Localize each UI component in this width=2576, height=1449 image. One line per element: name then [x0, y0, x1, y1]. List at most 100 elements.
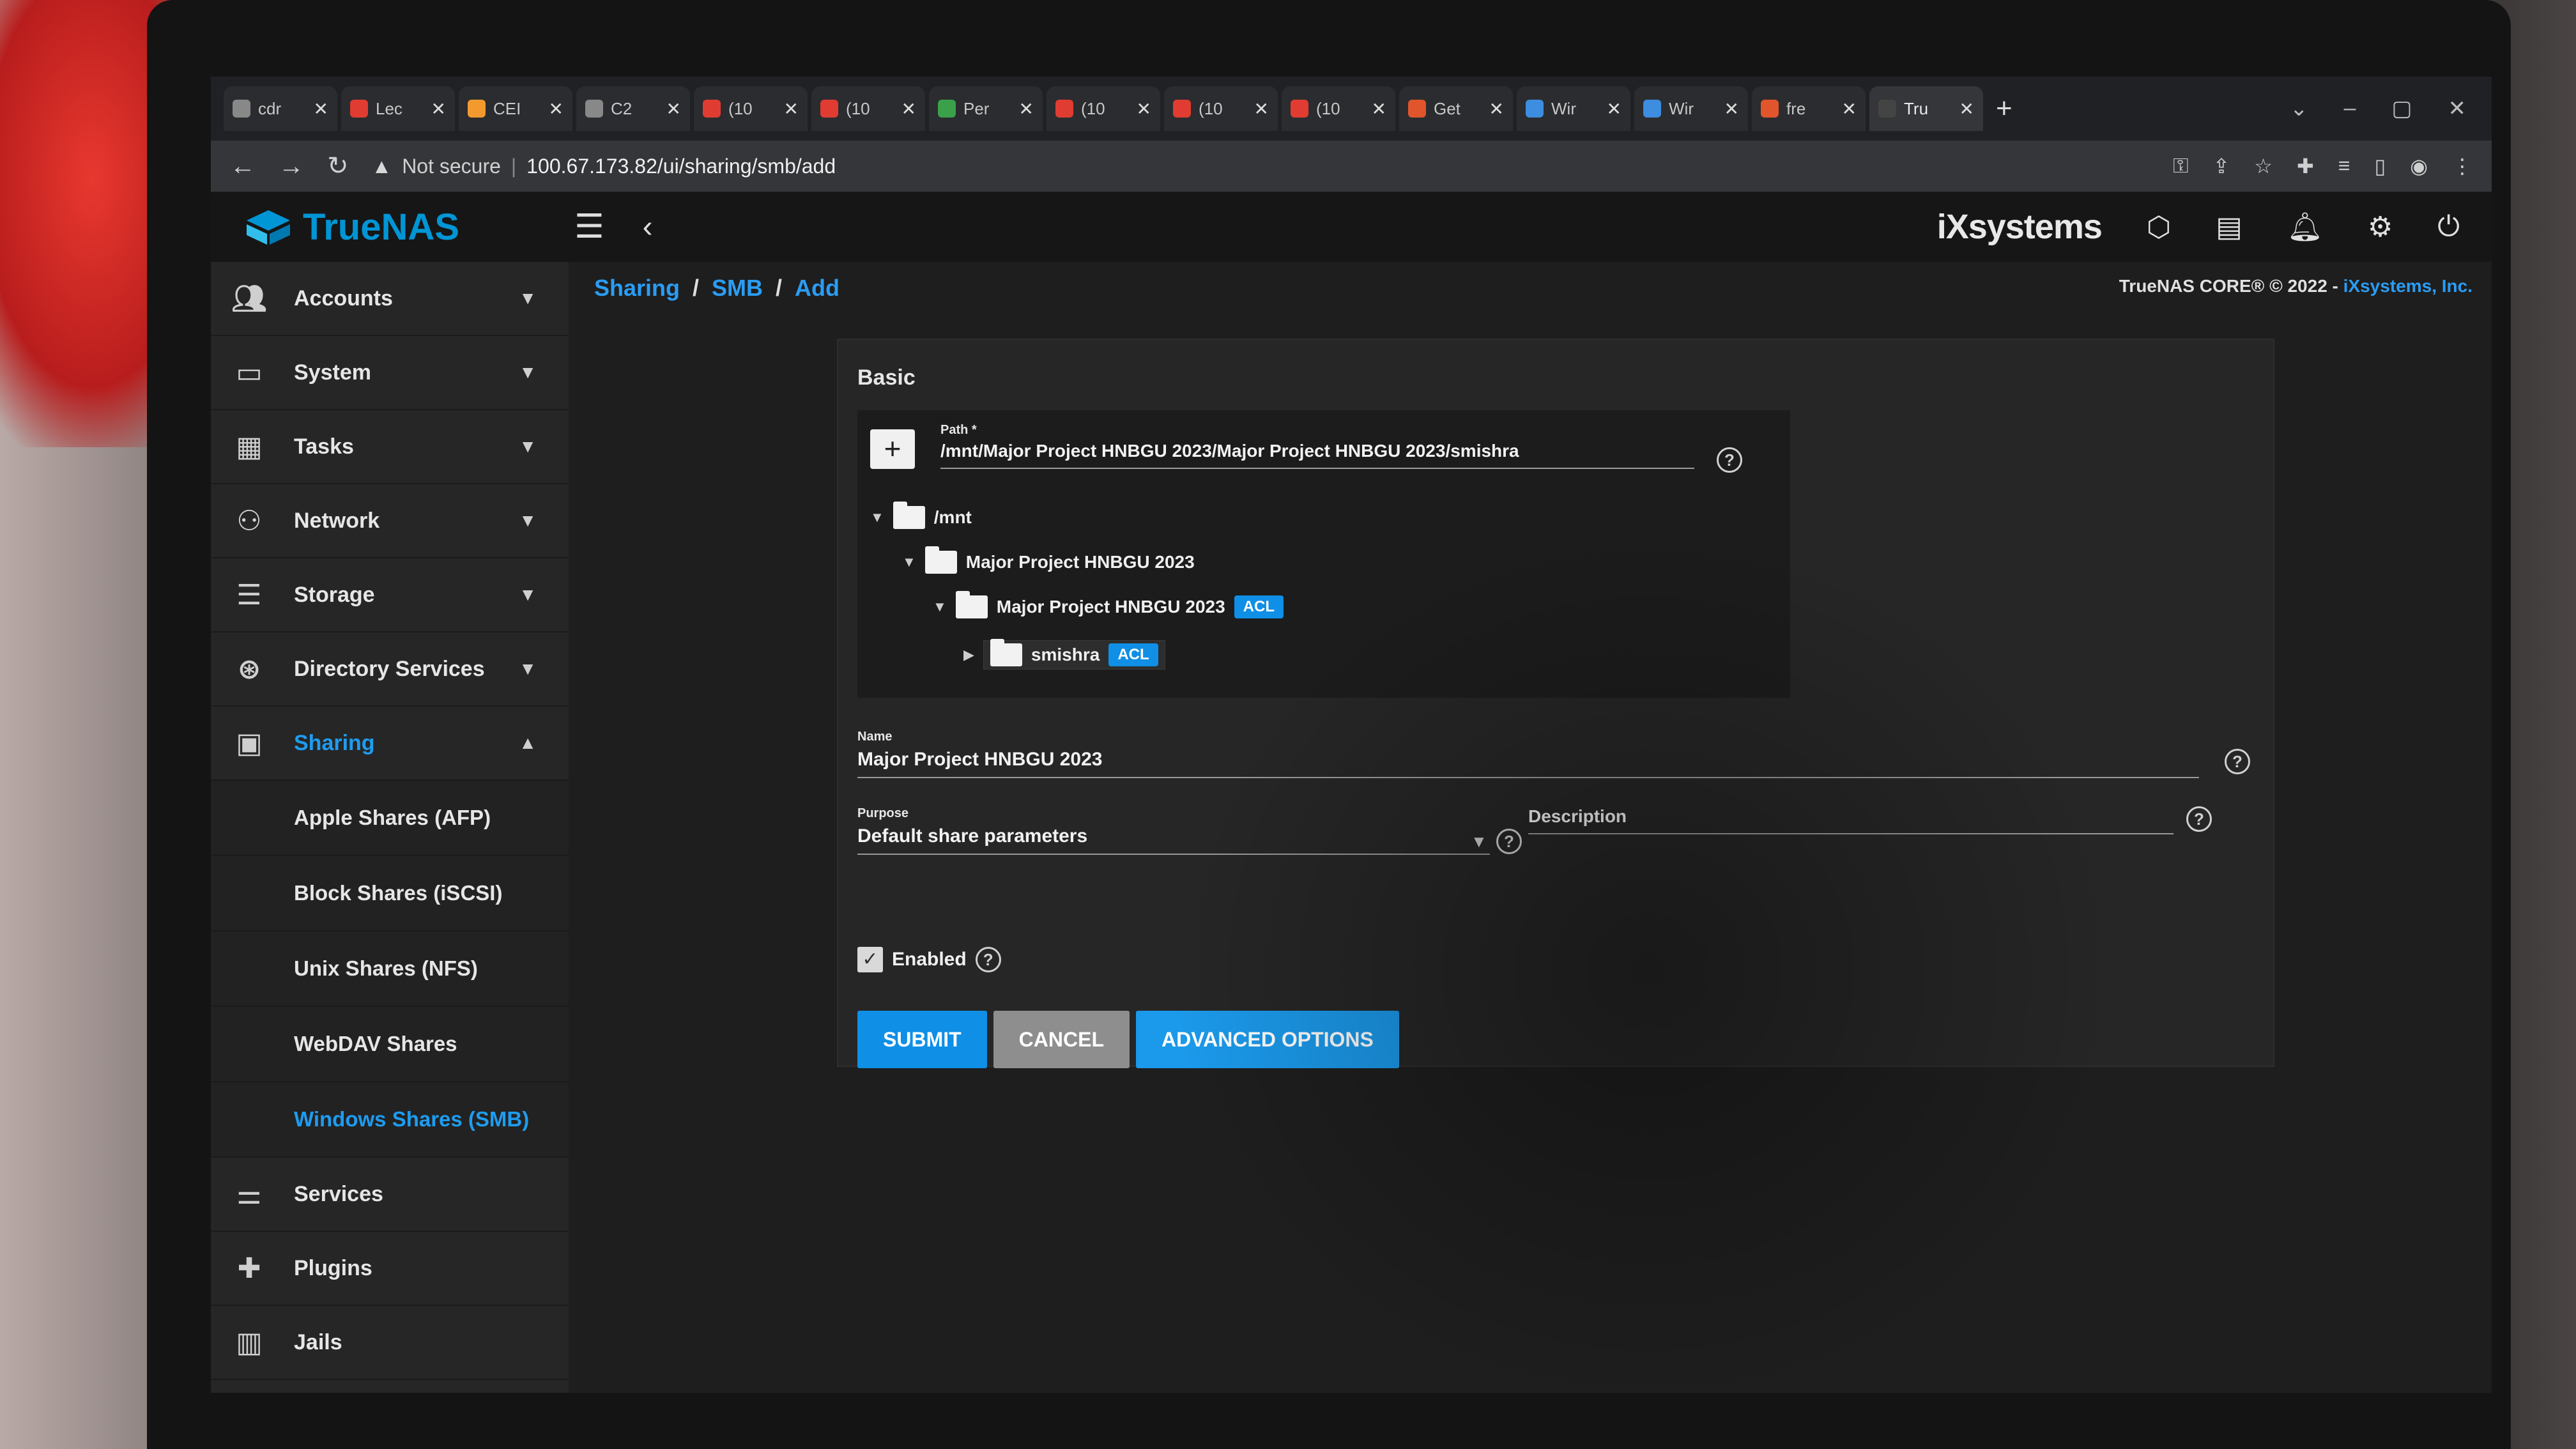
cancel-button[interactable]: CANCEL	[993, 1011, 1130, 1068]
help-icon[interactable]: ?	[1496, 829, 1522, 854]
puzzle-icon[interactable]: ✚	[2297, 154, 2314, 178]
url-text[interactable]: 100.67.173.82/ui/sharing/smb/add	[526, 155, 836, 178]
sidebar-item-services[interactable]: ⚌ Services	[211, 1158, 569, 1232]
browser-tab[interactable]: cdr ✕	[224, 86, 337, 131]
sidebar-item-jails[interactable]: ▥ Jails	[211, 1306, 569, 1380]
help-icon[interactable]: ?	[2225, 749, 2250, 774]
truecommand-icon[interactable]: ⬡	[2147, 211, 2171, 243]
browser-tab[interactable]: (10 ✕	[1164, 86, 1278, 131]
chevron-down-icon[interactable]: ▼	[1471, 832, 1487, 852]
profile-avatar-icon[interactable]: ◉	[2410, 154, 2428, 178]
browser-tab[interactable]: (10 ✕	[1282, 86, 1395, 131]
sidebar-item-storage[interactable]: ☰ Storage ▼	[211, 558, 569, 632]
browser-tab[interactable]: (10 ✕	[1046, 86, 1160, 131]
reading-list-icon[interactable]: ≡	[2338, 154, 2350, 178]
close-tab-icon[interactable]: ✕	[431, 98, 446, 119]
collapse-sidebar-icon[interactable]: ‹	[643, 210, 653, 245]
share-icon[interactable]: ⇪	[2212, 154, 2230, 178]
close-tab-icon[interactable]: ✕	[1489, 98, 1504, 119]
forward-icon[interactable]: →	[279, 152, 304, 181]
close-tab-icon[interactable]: ✕	[1254, 98, 1269, 119]
close-tab-icon[interactable]: ✕	[666, 98, 681, 119]
help-icon[interactable]: ?	[2186, 806, 2212, 832]
task-manager-icon[interactable]: ▤	[2216, 211, 2242, 243]
browser-tab[interactable]: CEI ✕	[459, 86, 572, 131]
sidebar-sub-iscsi[interactable]: Block Shares (iSCSI)	[211, 856, 569, 931]
path-input[interactable]: /mnt/Major Project HNBGU 2023/Major Proj…	[940, 441, 1694, 469]
new-tab-icon[interactable]: +	[1996, 93, 2012, 125]
sidebar-item-tasks[interactable]: ▦ Tasks ▼	[211, 410, 569, 484]
tree-node-mnt[interactable]: ▼ /mnt	[870, 502, 972, 529]
back-icon[interactable]: ←	[230, 152, 256, 181]
advanced-options-button[interactable]: ADVANCED OPTIONS	[1135, 1011, 1399, 1068]
sidebar-item-directory-services[interactable]: ⊛ Directory Services ▼	[211, 632, 569, 707]
hamburger-menu-icon[interactable]: ☰	[574, 208, 604, 246]
close-tab-icon[interactable]: ✕	[1842, 98, 1857, 119]
enabled-checkbox[interactable]: ✓ Enabled ?	[857, 947, 1001, 972]
tree-node-smishra[interactable]: ▶ smishra ACL	[963, 639, 1165, 670]
browser-tab[interactable]: Lec ✕	[341, 86, 455, 131]
sidebar-item-system[interactable]: ▭ System ▼	[211, 336, 569, 410]
expand-triangle-icon[interactable]: ▼	[933, 599, 947, 615]
browser-tab[interactable]: (10 ✕	[811, 86, 925, 131]
expand-triangle-icon[interactable]: ▼	[870, 509, 884, 526]
sidebar-item-plugins[interactable]: ✚ Plugins	[211, 1232, 569, 1306]
checkmark-icon[interactable]: ✓	[857, 947, 883, 972]
reload-icon[interactable]: ↻	[327, 151, 349, 181]
sidebar-item-sharing[interactable]: ▣ Sharing ▲	[211, 707, 569, 781]
purpose-select[interactable]: Default share parameters	[857, 825, 1490, 855]
side-panel-icon[interactable]: ▯	[2374, 154, 2386, 178]
expand-triangle-icon[interactable]: ▼	[902, 554, 916, 571]
kebab-menu-icon[interactable]: ⋮	[2452, 154, 2472, 178]
close-window-icon[interactable]: ✕	[2448, 96, 2467, 121]
maximize-icon[interactable]: ▢	[2391, 96, 2412, 121]
browser-tab[interactable]: fre ✕	[1752, 86, 1866, 131]
sidebar-sub-afp[interactable]: Apple Shares (AFP)	[211, 781, 569, 856]
close-tab-icon[interactable]: ✕	[1372, 98, 1386, 119]
submit-button[interactable]: SUBMIT	[857, 1011, 987, 1068]
sidebar-item-network[interactable]: ⚇ Network ▼	[211, 484, 569, 558]
add-path-button[interactable]: +	[870, 429, 915, 469]
tab-search-icon[interactable]: ⌄	[2290, 96, 2308, 121]
close-tab-icon[interactable]: ✕	[1607, 98, 1621, 119]
close-tab-icon[interactable]: ✕	[784, 98, 799, 119]
truenas-logo[interactable]: TrueNAS	[243, 206, 459, 249]
sidebar-sub-webdav[interactable]: WebDAV Shares	[211, 1007, 569, 1082]
browser-tab-active[interactable]: Tru ✕	[1869, 86, 1983, 131]
notifications-bell-icon[interactable]: 🔔︎	[2287, 210, 2323, 243]
browser-tab[interactable]: Get ✕	[1399, 86, 1513, 131]
minimize-icon[interactable]: –	[2343, 96, 2356, 121]
close-tab-icon[interactable]: ✕	[549, 98, 564, 119]
help-icon[interactable]: ?	[1717, 447, 1742, 473]
power-icon[interactable]: ⏻	[2437, 211, 2460, 243]
tree-node-project[interactable]: ▼ Major Project HNBGU 2023	[902, 546, 1195, 574]
ixsystems-logo[interactable]: iXsystems	[1937, 207, 2103, 247]
close-tab-icon[interactable]: ✕	[314, 98, 328, 119]
collapse-triangle-icon[interactable]: ▶	[963, 647, 974, 663]
browser-tab[interactable]: Wir ✕	[1517, 86, 1630, 131]
breadcrumb-smb[interactable]: SMB	[712, 275, 763, 302]
close-tab-icon[interactable]: ✕	[1724, 98, 1739, 119]
description-input[interactable]: Description	[1528, 806, 2174, 834]
browser-tab[interactable]: C2 ✕	[576, 86, 690, 131]
browser-tab[interactable]: Wir ✕	[1634, 86, 1748, 131]
sidebar-sub-nfs[interactable]: Unix Shares (NFS)	[211, 931, 569, 1007]
key-icon[interactable]: ⚿	[2173, 154, 2188, 178]
breadcrumb-sharing[interactable]: Sharing	[594, 275, 680, 302]
sidebar-sub-smb[interactable]: Windows Shares (SMB)	[211, 1082, 569, 1158]
settings-gear-icon[interactable]: ⚙	[2368, 211, 2393, 243]
close-tab-icon[interactable]: ✕	[901, 98, 916, 119]
browser-tab[interactable]: Per ✕	[929, 86, 1043, 131]
ixsystems-link[interactable]: iXsystems, Inc.	[2343, 276, 2472, 296]
browser-tab[interactable]: (10 ✕	[694, 86, 808, 131]
omnibox[interactable]: ▲ Not secure | 100.67.173.82/ui/sharing/…	[372, 155, 836, 178]
close-tab-icon[interactable]: ✕	[1019, 98, 1034, 119]
close-tab-icon[interactable]: ✕	[1137, 98, 1151, 119]
selected-node[interactable]: smishra ACL	[983, 639, 1165, 670]
sidebar-item-accounts[interactable]: 👥︎ Accounts ▼	[211, 262, 569, 336]
close-tab-icon[interactable]: ✕	[1959, 98, 1974, 119]
name-input[interactable]: Major Project HNBGU 2023	[857, 749, 2199, 778]
help-icon[interactable]: ?	[975, 947, 1001, 972]
star-icon[interactable]: ☆	[2254, 154, 2273, 178]
tree-node-project-dataset[interactable]: ▼ Major Project HNBGU 2023 ACL	[933, 591, 1284, 618]
